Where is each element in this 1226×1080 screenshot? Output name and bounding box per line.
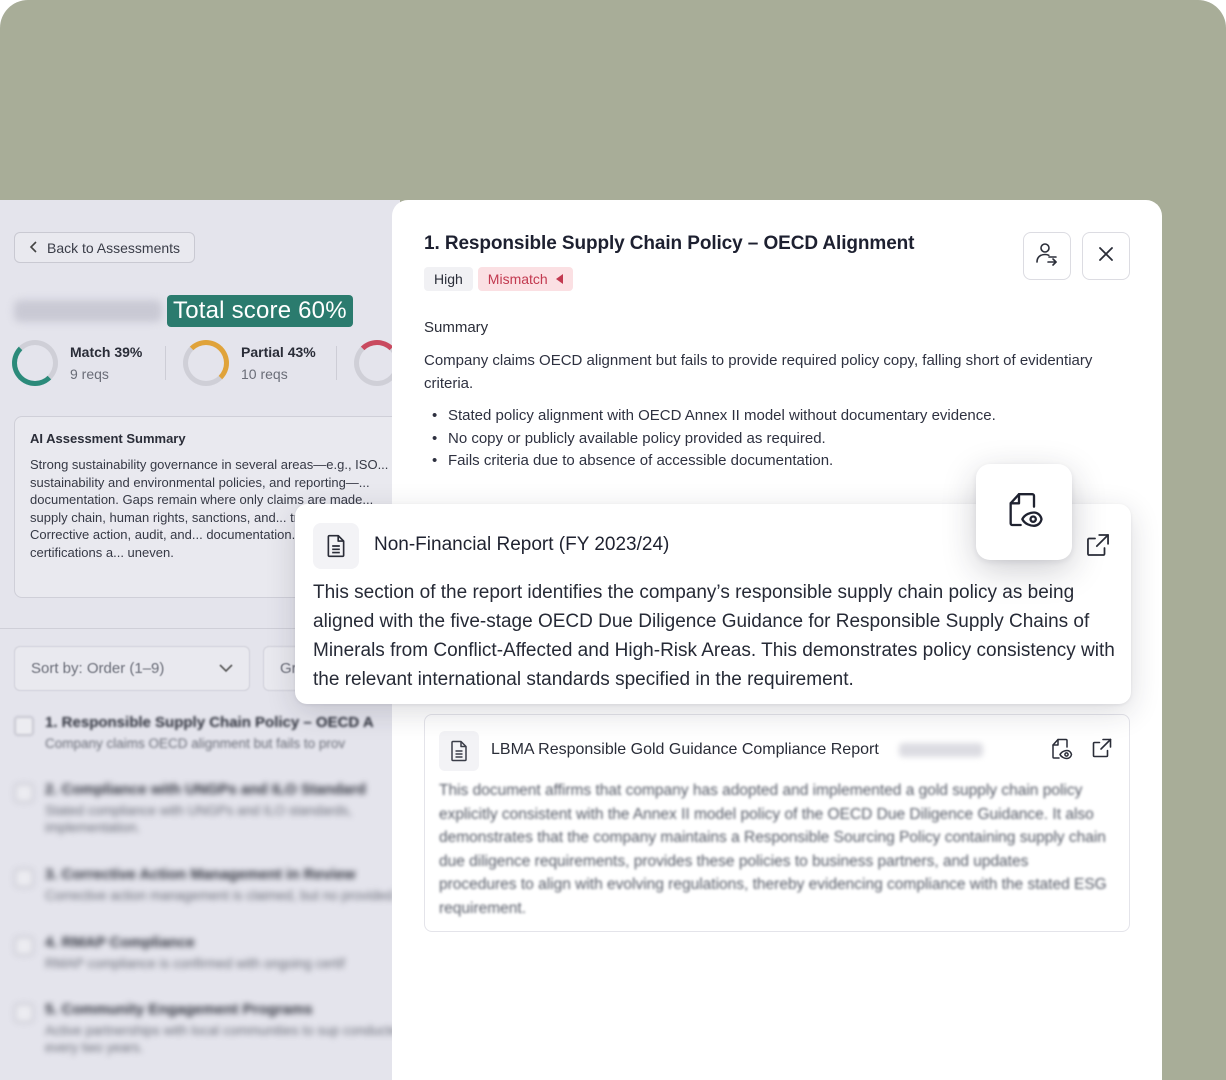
summary-heading: Summary: [424, 319, 489, 336]
external-link-icon[interactable]: [1091, 737, 1113, 764]
requirement-item[interactable]: 5. Community Engagement Programs Active …: [14, 1001, 400, 1056]
requirement-title: 4. RMAP Compliance: [45, 934, 195, 951]
requirement-desc: Active partnerships with local communiti…: [45, 1023, 400, 1055]
document-icon: [313, 523, 359, 569]
partial-gauge: Partial 43% 10 reqs: [183, 340, 316, 386]
requirement-checkbox[interactable]: [14, 1003, 34, 1023]
summary-bullets: Stated policy alignment with OECD Annex …: [432, 405, 996, 473]
evidence-text: This section of the report identifies th…: [313, 582, 1115, 690]
summary-text: Company claims OECD alignment but fails …: [424, 352, 1093, 392]
match-gauge: Match 39% 9 reqs: [12, 340, 142, 386]
chevron-down-icon: [219, 660, 233, 677]
back-label: Back to Assessments: [47, 239, 181, 256]
document-preview-icon[interactable]: [1049, 737, 1073, 766]
requirement-item[interactable]: 4. RMAP Compliance RMAP compliance is co…: [14, 934, 400, 972]
partial-ring: [183, 340, 229, 386]
requirement-title: 3. Corrective Action Management in Revie…: [45, 866, 356, 883]
match-label: Match 39%: [70, 344, 143, 360]
priority-badge: High: [424, 267, 473, 291]
evidence-issuer-redacted: [899, 743, 983, 757]
requirement-title: 1. Responsible Supply Chain Policy – OEC…: [45, 714, 374, 731]
caret-left-icon: [555, 274, 563, 284]
badge-row: High Mismatch: [424, 267, 573, 291]
requirement-title: 2. Compliance with UNGPs and ILO Standar…: [45, 781, 366, 798]
requirement-checkbox[interactable]: [14, 868, 34, 888]
requirement-desc: Company claims OECD alignment but fails …: [45, 736, 346, 751]
requirement-desc: RMAP compliance is confirmed with ongoin…: [45, 956, 345, 971]
back-to-assessments-button[interactable]: Back to Assessments: [14, 232, 195, 263]
requirement-desc: Stated compliance with UNGPs and ILO sta…: [45, 803, 352, 835]
requirement-item[interactable]: 1. Responsible Supply Chain Policy – OEC…: [14, 714, 400, 752]
requirement-item[interactable]: 2. Compliance with UNGPs and ILO Standar…: [14, 781, 400, 836]
screen-frame: Back to Assessments Total score 60% Matc…: [0, 0, 1226, 1080]
gauge-divider: [165, 346, 166, 380]
document-icon: [439, 731, 479, 771]
document-preview-icon: [1004, 490, 1044, 535]
document-preview-button[interactable]: [976, 464, 1072, 560]
status-badge-label: Mismatch: [487, 271, 548, 287]
gauge-divider: [336, 346, 337, 380]
external-link-icon[interactable]: [1085, 532, 1111, 563]
evidence-title: Non-Financial Report (FY 2023/24): [374, 534, 670, 555]
requirement-checkbox[interactable]: [14, 936, 34, 956]
partial-sub: 10 reqs: [241, 366, 288, 382]
match-ring: [12, 340, 58, 386]
requirement-checkbox[interactable]: [14, 716, 34, 736]
evidence-card: LBMA Responsible Gold Guidance Complianc…: [424, 714, 1130, 932]
close-button[interactable]: [1082, 232, 1130, 280]
total-score-badge: Total score 60%: [167, 295, 353, 327]
summary-bullet: Stated policy alignment with OECD Annex …: [432, 405, 996, 428]
evidence-title: LBMA Responsible Gold Guidance Complianc…: [491, 741, 879, 758]
requirement-desc: Corrective action management is claimed,…: [45, 888, 397, 903]
partial-label: Partial 43%: [241, 344, 316, 360]
status-badge[interactable]: Mismatch: [477, 267, 573, 291]
panel-title: 1. Responsible Supply Chain Policy – OEC…: [424, 233, 915, 254]
requirement-item[interactable]: 3. Corrective Action Management in Revie…: [14, 866, 400, 904]
summary-bullet: No copy or publicly available policy pro…: [432, 428, 996, 451]
sort-select[interactable]: Sort by: Order (1–9): [14, 646, 250, 691]
user-share-icon: [1034, 241, 1060, 272]
assign-button[interactable]: [1023, 232, 1071, 280]
summary-bullet: Fails criteria due to absence of accessi…: [432, 450, 996, 473]
close-icon: [1097, 245, 1115, 268]
match-sub: 9 reqs: [70, 366, 109, 382]
ai-summary-title: AI Assessment Summary: [30, 431, 186, 446]
evidence-text: This document affirms that company has a…: [439, 782, 1107, 917]
requirement-checkbox[interactable]: [14, 783, 34, 803]
chevron-left-icon: [29, 240, 39, 256]
sort-label: Sort by: Order (1–9): [31, 660, 165, 677]
requirement-title: 5. Community Engagement Programs: [45, 1001, 313, 1018]
company-name-redacted: [14, 300, 162, 322]
